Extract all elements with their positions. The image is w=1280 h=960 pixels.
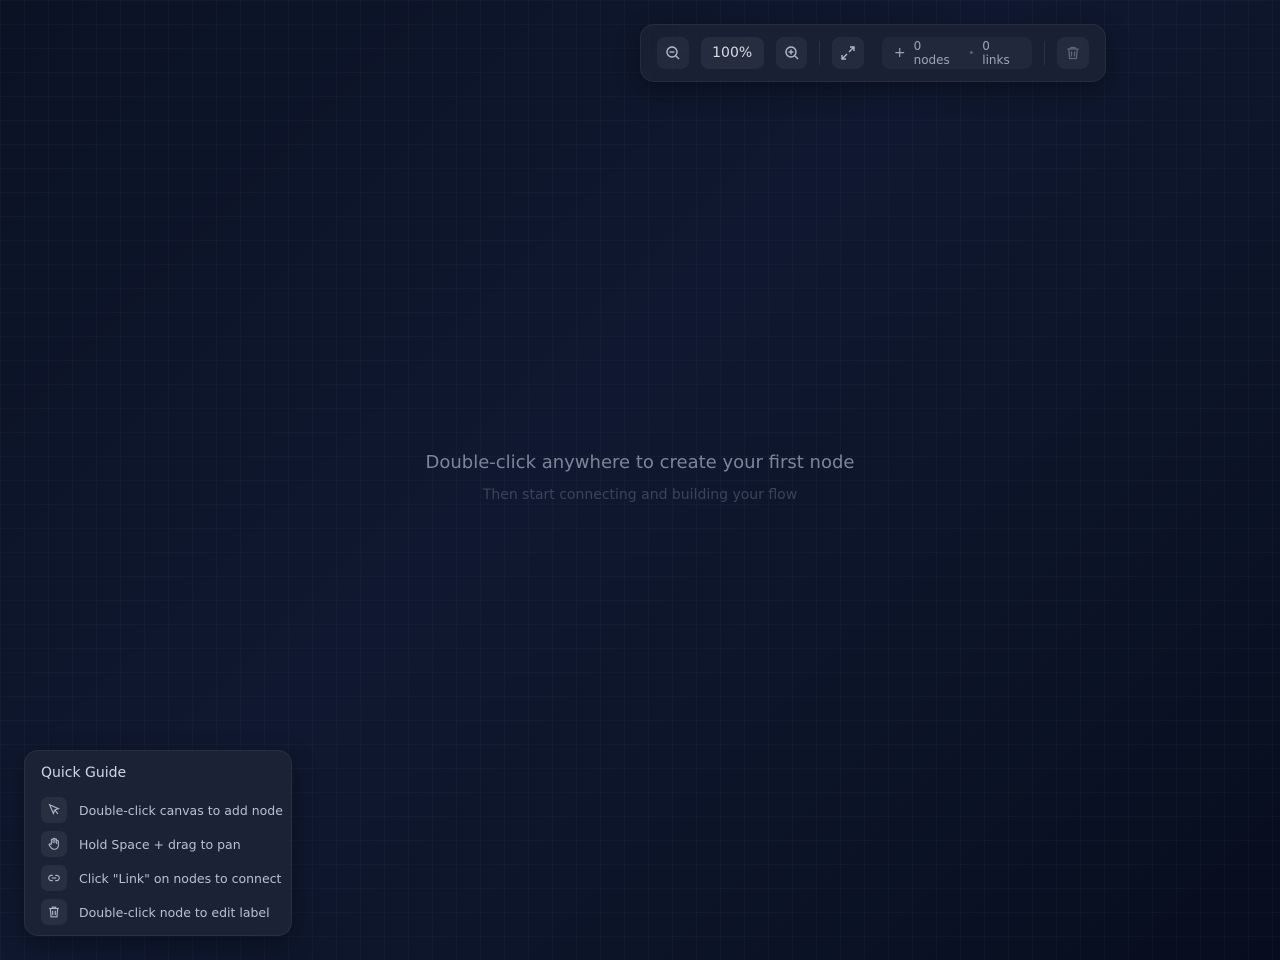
link-count: 0 links [982, 39, 1010, 67]
plus-icon[interactable]: + [894, 45, 906, 61]
trash-icon [1067, 46, 1079, 60]
toolbar-divider [819, 41, 821, 65]
fit-view-button[interactable] [832, 37, 864, 69]
expand-icon [841, 46, 855, 60]
trash-icon [49, 906, 59, 918]
quick-guide-title: Quick Guide [41, 765, 127, 781]
toolbar-divider [1044, 41, 1046, 65]
guide-item-text: Double-click node to edit label [79, 904, 270, 920]
link-icon [48, 874, 60, 882]
zoom-in-button[interactable] [775, 37, 808, 69]
zoom-level[interactable]: 100% [700, 37, 764, 69]
delete-button[interactable] [1057, 37, 1089, 69]
graph-stats: + 0 nodes • 0 links [881, 37, 1033, 69]
hand-icon [48, 837, 59, 850]
guide-item: Double-click node to edit label [41, 895, 275, 929]
stats-separator: • [968, 47, 975, 59]
guide-item: Hold Space + drag to pan [41, 827, 275, 861]
guide-item-text: Hold Space + drag to pan [79, 836, 241, 852]
guide-item-text: Double-click canvas to add node [79, 802, 283, 818]
guide-item-text: Click "Link" on nodes to connect [79, 870, 282, 886]
zoom-out-button[interactable] [657, 37, 689, 69]
guide-item: Click "Link" on nodes to connect [41, 861, 281, 895]
zoom-in-icon [784, 46, 799, 60]
guide-item: Double-click canvas to add node [41, 793, 283, 827]
toolbar: 100% + 0 nodes • 0 links [640, 24, 1106, 82]
zoom-out-icon [666, 46, 680, 60]
quick-guide-panel: Quick Guide Double-click canvas to add n… [24, 750, 292, 936]
empty-state-subtitle: Then start connecting and building your … [482, 487, 798, 503]
cursor-icon [48, 803, 60, 816]
empty-state-title: Double-click anywhere to create your fir… [425, 452, 855, 473]
node-count: 0 nodes [913, 39, 950, 67]
empty-state: Double-click anywhere to create your fir… [0, 452, 1280, 503]
